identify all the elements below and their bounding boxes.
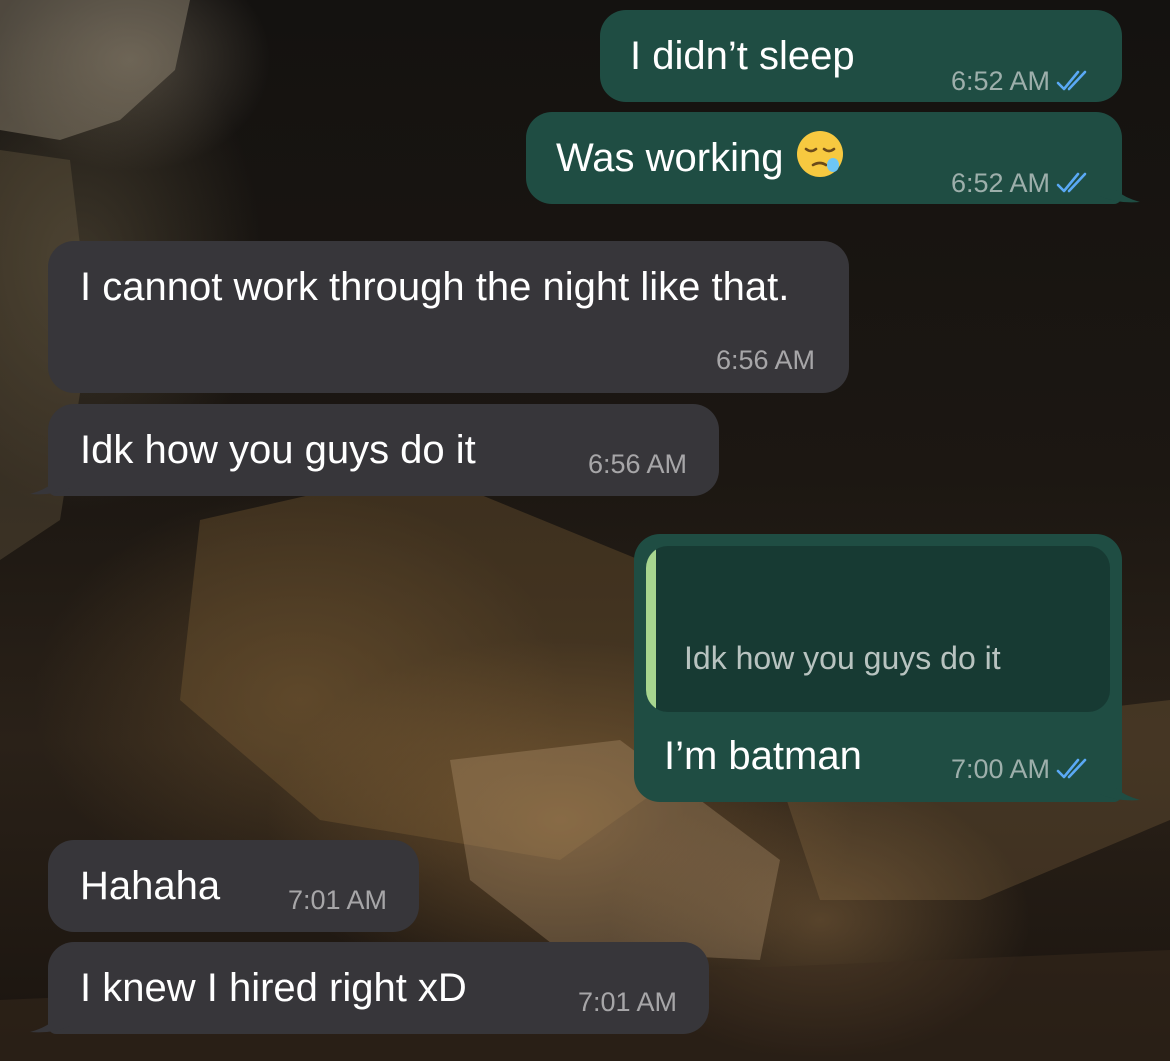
message-text-content: Was working [556,136,784,180]
incoming-message[interactable]: Hahaha 7:01 AM [48,840,419,932]
message-text: Hahaha [80,864,221,908]
quoted-message[interactable]: Idk how you guys do it [646,546,1110,712]
bubble-tail [30,460,70,495]
double-check-read-icon [1056,172,1087,193]
incoming-message[interactable]: Idk how you guys do it 6:56 AM [48,404,719,496]
message-text: I didn’t sleep [630,34,855,78]
message-text: I’m batman [664,734,862,778]
quoted-text: Idk how you guys do it [684,640,1001,676]
incoming-message[interactable]: I knew I hired right xD 7:01 AM [48,942,709,1034]
message-time: 6:52 AM [951,168,1090,198]
message-time: 6:56 AM [715,345,815,375]
message-time: 7:01 AM [577,987,677,1017]
message-time-text: 7:00 AM [950,754,1050,784]
sleepy-face-emoji [797,131,844,177]
message-text: Idk how you guys do it [80,428,476,472]
outgoing-message[interactable]: I didn’t sleep 6:52 AM [600,10,1122,102]
message-time-text: 6:52 AM [950,168,1050,198]
message-text: I cannot work through the night like tha… [80,265,790,309]
message-time: 6:52 AM [951,66,1090,96]
bubble-tail [1100,168,1140,203]
message-text: I knew I hired right xD [80,966,467,1010]
bubble-tail [1100,766,1140,801]
message-time: 6:56 AM [587,449,687,479]
quote-accent-bar [646,546,656,712]
double-check-read-icon [1056,70,1087,91]
double-check-read-icon [1056,758,1087,779]
bubble-tail [30,998,70,1033]
message-time: 7:01 AM [287,885,387,915]
outgoing-message[interactable]: Was working 6:52 AM [526,112,1122,204]
message-time: 7:00 AM [951,754,1090,784]
outgoing-reply-message[interactable]: Idk how you guys do it I’m batman 7:00 A… [634,534,1122,802]
incoming-message[interactable]: I cannot work through the night like tha… [48,241,849,393]
message-text: Was working [556,128,845,188]
message-time-text: 6:52 AM [950,66,1050,96]
